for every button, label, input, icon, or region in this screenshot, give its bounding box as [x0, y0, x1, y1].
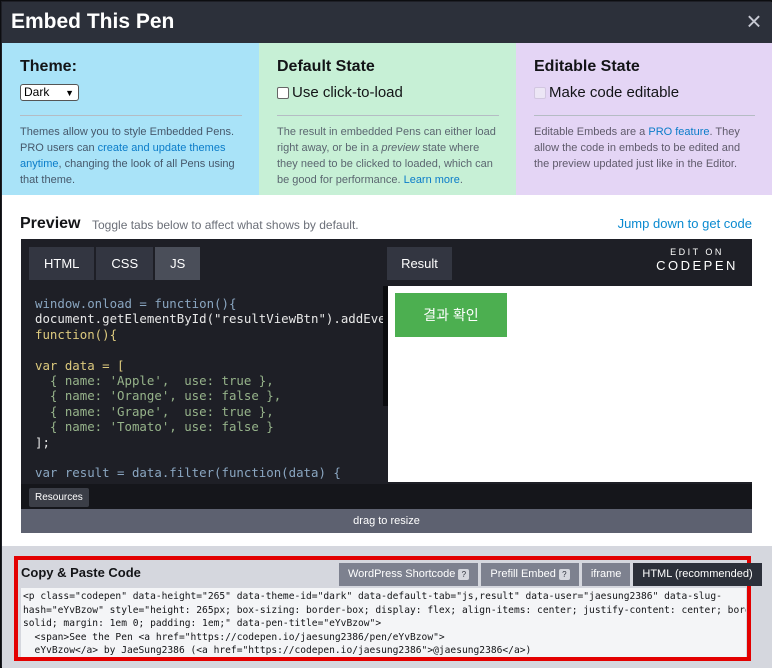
theme-panel: Theme: Dark ▼ Themes allow you to style … [2, 43, 259, 195]
pen-embed-preview: HTML CSS JS Result EDIT ON CODEPEN windo… [21, 239, 752, 533]
preview-section: Preview Toggle tabs below to affect what… [2, 195, 772, 546]
tab-wordpress-shortcode[interactable]: WordPress Shortcode? [339, 563, 479, 586]
preview-subtitle: Toggle tabs below to affect what shows b… [92, 218, 359, 232]
click-to-load-checkbox[interactable] [277, 86, 289, 99]
theme-heading: Theme: [20, 58, 77, 75]
resources-button[interactable]: Resources [29, 488, 89, 507]
divider [277, 115, 499, 116]
tab-js[interactable]: JS [155, 247, 201, 280]
default-state-panel: Default State Use click-to-load The resu… [259, 43, 516, 195]
copy-heading: Copy & Paste Code [21, 565, 141, 580]
copy-paste-section: Copy & Paste Code WordPress Shortcode? P… [2, 546, 772, 668]
editable-description: Editable Embeds are a PRO feature. They … [534, 126, 741, 170]
tab-css[interactable]: CSS [96, 247, 154, 280]
options-panels: Theme: Dark ▼ Themes allow you to style … [2, 43, 772, 195]
click-to-load-label: Use click-to-load [292, 84, 403, 101]
click-to-load-option[interactable]: Use click-to-load [277, 84, 499, 101]
embed-footer: Resources [21, 484, 752, 509]
editable-state-panel: Editable State Make code editable Editab… [516, 43, 772, 195]
theme-select-value: Dark [24, 85, 50, 99]
divider [534, 115, 755, 116]
help-icon[interactable]: ? [558, 569, 570, 580]
tab-html[interactable]: HTML [29, 247, 95, 280]
divider [20, 115, 242, 116]
result-view-button[interactable]: 결과 확인 [395, 293, 507, 337]
embed-code-textarea[interactable]: <p class="codepen" data-height="265" dat… [21, 588, 746, 657]
tab-html-recommended[interactable]: HTML (recommended) [633, 563, 762, 586]
embed-dialog: Embed This Pen × Theme: Dark ▼ Themes al… [0, 0, 772, 668]
code-listing: window.onload = function(){ document.get… [35, 296, 383, 481]
dialog-title: Embed This Pen [11, 10, 175, 33]
make-editable-option[interactable]: Make code editable [534, 84, 755, 101]
help-icon[interactable]: ? [458, 569, 470, 580]
make-editable-label: Make code editable [549, 84, 680, 101]
edit-on-codepen-logo[interactable]: EDIT ON CODEPEN [652, 247, 742, 275]
embed-code-text: <p class="codepen" data-height="265" dat… [23, 591, 746, 656]
pro-feature-link[interactable]: PRO feature [648, 126, 709, 138]
editable-state-heading: Editable State [534, 58, 640, 75]
chevron-down-icon: ▼ [65, 88, 74, 98]
close-icon[interactable]: × [743, 8, 765, 34]
logo-top-text: EDIT ON [670, 247, 724, 257]
dialog-titlebar: Embed This Pen × [2, 2, 772, 43]
default-state-description: The result in embedded Pens can either l… [277, 126, 496, 186]
jump-to-code-link[interactable]: Jump down to get code [618, 216, 752, 231]
default-state-heading: Default State [277, 58, 375, 75]
tab-result[interactable]: Result [387, 247, 452, 280]
preview-heading: Preview [20, 215, 81, 232]
embed-code-tabs: WordPress Shortcode? Prefill Embed? ifra… [339, 563, 762, 586]
tab-iframe[interactable]: iframe [581, 563, 631, 586]
tab-prefill-embed[interactable]: Prefill Embed? [481, 563, 579, 586]
logo-bottom-text: CODEPEN [656, 258, 738, 273]
result-pane: 결과 확인 [388, 286, 752, 482]
editor-tabs: HTML CSS JS [29, 247, 202, 280]
theme-description: Themes allow you to style Embedded Pens.… [20, 126, 235, 186]
js-code-pane[interactable]: window.onload = function(){ document.get… [21, 286, 383, 484]
theme-select[interactable]: Dark ▼ [20, 84, 79, 101]
resize-handle[interactable]: drag to resize [21, 509, 752, 533]
learn-more-link[interactable]: Learn more [404, 174, 460, 186]
make-editable-checkbox[interactable] [534, 86, 546, 99]
